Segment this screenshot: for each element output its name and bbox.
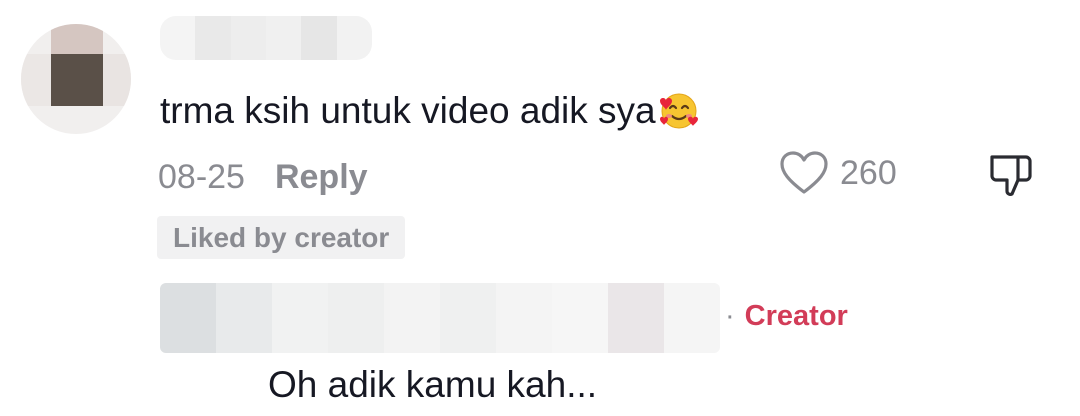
reply-button[interactable]: Reply (275, 158, 368, 197)
comment-text: trma ksih untuk video adik sya (160, 88, 701, 134)
smiling-face-with-hearts-icon (657, 89, 701, 131)
like-count: 260 (840, 153, 897, 192)
reply-username-blurred[interactable] (160, 283, 720, 353)
commenter-avatar[interactable] (21, 24, 131, 134)
creator-label: Creator (744, 300, 848, 332)
comment-date: 08-25 (158, 157, 245, 196)
separator-dot: · (725, 300, 735, 332)
liked-by-creator-badge: Liked by creator (157, 216, 406, 259)
thumbs-down-icon (990, 155, 1032, 196)
comment-meta: 08-25 Reply (158, 157, 368, 197)
comment-body: trma ksih untuk video adik sya (160, 90, 656, 131)
reply-text: Oh adik kamu kah... (268, 364, 598, 405)
dislike-button[interactable] (986, 150, 1036, 200)
creator-tag: · Creator (725, 300, 848, 333)
heart-outline-icon (780, 151, 828, 194)
commenter-username-blurred[interactable] (160, 16, 372, 60)
like-button[interactable]: 260 (778, 150, 897, 196)
